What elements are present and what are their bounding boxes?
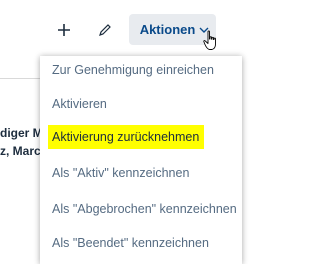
menu-item-undo-activation[interactable]: Aktivierung zurücknehmen [48, 125, 205, 149]
pencil-icon [99, 24, 111, 36]
actions-label: Aktionen [139, 22, 196, 37]
background-text-line2: z, Marc [0, 144, 41, 158]
menu-item-mark-finished[interactable]: Als "Beendet" kennzeichnen [52, 231, 209, 255]
edit-button[interactable] [93, 18, 117, 42]
actions-dropdown-menu: Zur Genehmigung einreichen Aktivieren Ak… [40, 56, 242, 264]
menu-item-mark-active[interactable]: Als "Aktiv" kennzeichnen [52, 161, 189, 185]
divider [0, 78, 40, 79]
menu-item-activate[interactable]: Aktivieren [52, 92, 107, 116]
hand-cursor-icon [203, 30, 216, 50]
plus-icon [58, 24, 70, 36]
menu-item-submit-approval[interactable]: Zur Genehmigung einreichen [52, 58, 214, 82]
add-button[interactable] [52, 18, 76, 42]
menu-item-mark-cancelled[interactable]: Als "Abgebrochen" kennzeichnen [52, 197, 237, 221]
